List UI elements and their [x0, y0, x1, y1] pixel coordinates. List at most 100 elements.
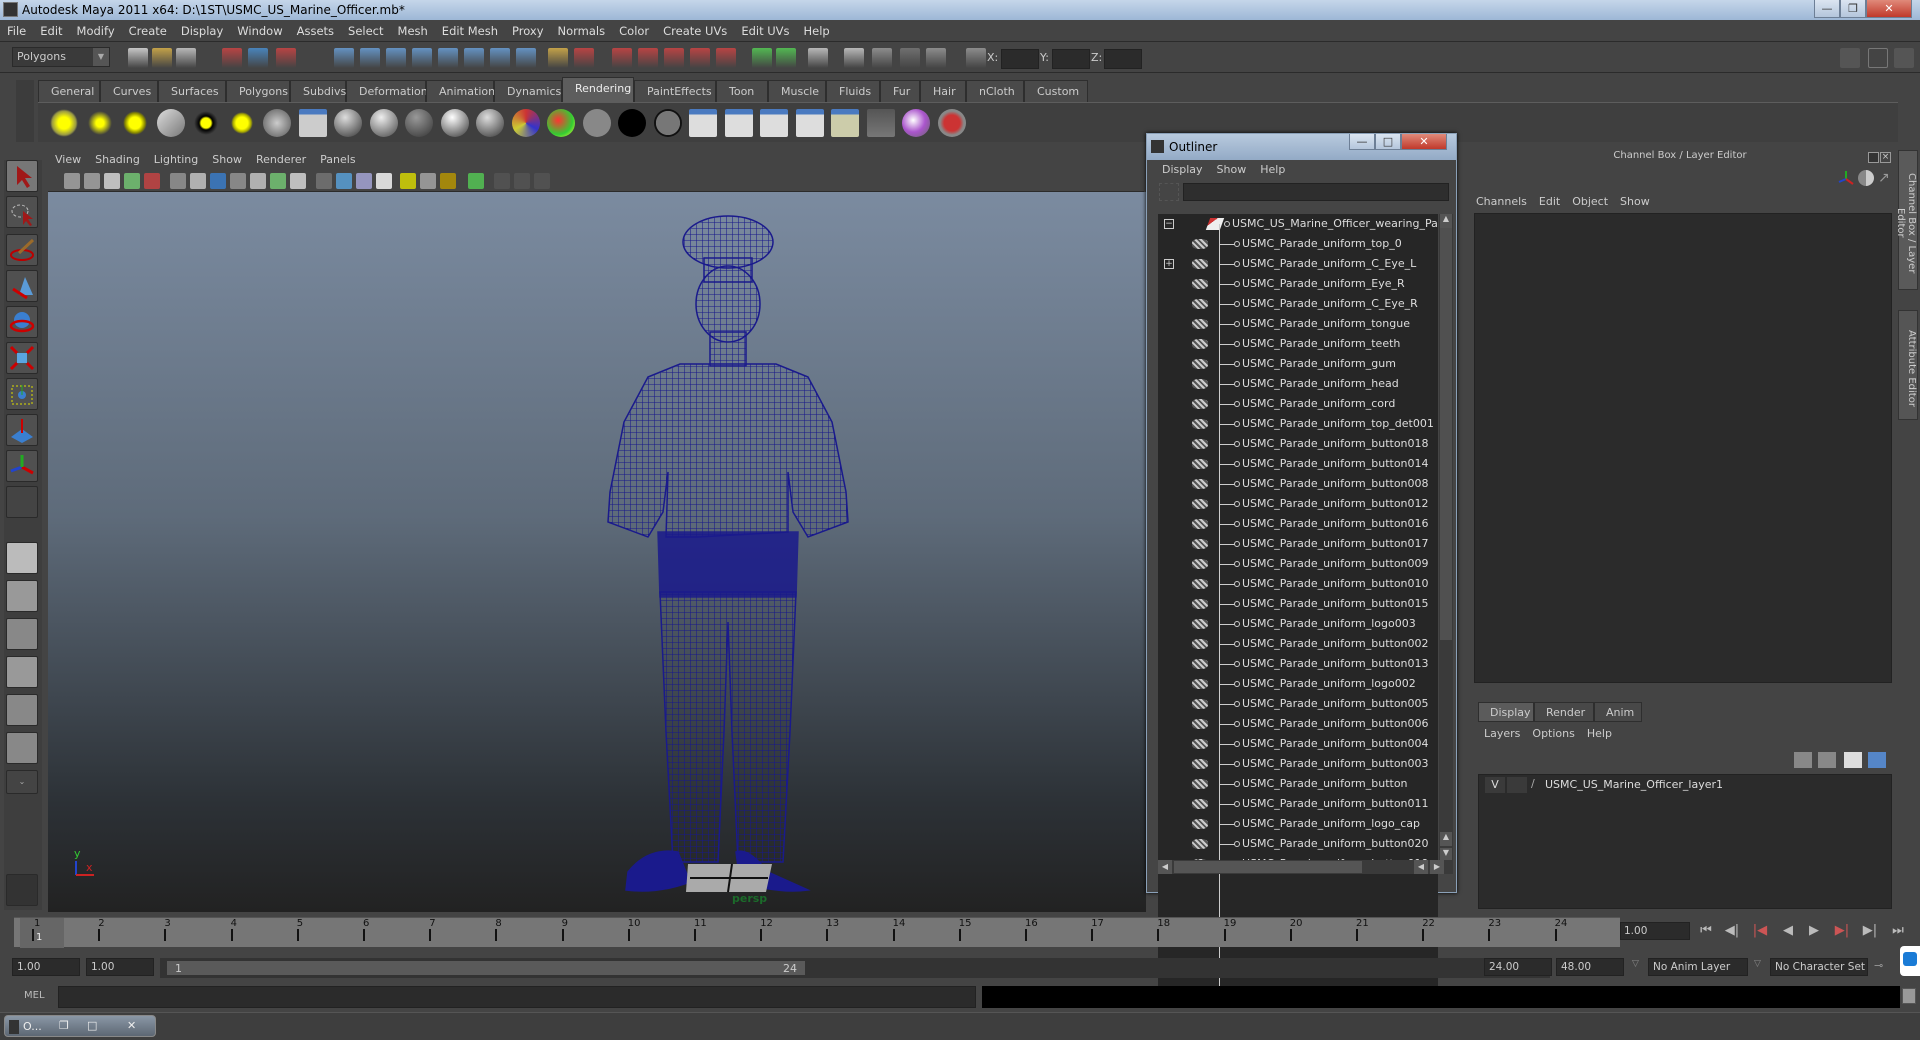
image-plane-icon[interactable]: [124, 173, 140, 189]
shelf-tab-subdivs[interactable]: Subdivs: [290, 80, 346, 102]
new-layer-selected-icon[interactable]: [1868, 752, 1886, 768]
outliner-menu-display[interactable]: Display: [1155, 160, 1210, 180]
black-surface-shader-icon[interactable]: [618, 109, 646, 137]
layer-type-toggle[interactable]: [1507, 777, 1527, 793]
outliner-item[interactable]: USMC_Parade_uniform_top_det001: [1158, 414, 1438, 434]
soft-modification-tool[interactable]: [6, 414, 38, 446]
close-button[interactable]: ✕: [1866, 0, 1912, 18]
highlight-selection-icon[interactable]: [574, 48, 594, 68]
render-view-icon[interactable]: [298, 109, 327, 137]
menu-create[interactable]: Create: [122, 20, 174, 42]
close-icon[interactable]: ✕: [127, 1019, 136, 1032]
outliner-item[interactable]: USMC_Parade_uniform_button013: [1158, 654, 1438, 674]
outliner-item[interactable]: USMC_Parade_uniform_button009: [1158, 554, 1438, 574]
channel-box-menu-show[interactable]: Show: [1614, 192, 1656, 212]
select-camera-icon[interactable]: [64, 173, 80, 189]
shelf-tab-ncloth[interactable]: nCloth: [966, 80, 1024, 102]
render-settings-icon[interactable]: [795, 109, 824, 137]
construction-history-icon[interactable]: [664, 48, 684, 68]
directional-light-icon[interactable]: [85, 109, 114, 137]
smooth-preview-icon[interactable]: [690, 48, 710, 68]
perspective-viewport[interactable]: persp y x: [48, 192, 1146, 912]
y-input[interactable]: [1052, 49, 1090, 69]
scroll-left-arrow[interactable]: ◀: [1158, 860, 1172, 874]
outliner-menu-help[interactable]: Help: [1253, 160, 1292, 180]
blinn-shader-icon[interactable]: [369, 109, 398, 137]
viewport-menu-shading[interactable]: Shading: [88, 150, 147, 170]
lasso-tool[interactable]: [6, 196, 38, 228]
ramp-shader-icon[interactable]: [511, 109, 540, 137]
collapse-icon[interactable]: −: [1164, 219, 1174, 229]
mel-label[interactable]: MEL: [24, 990, 45, 1001]
layer-tab-render[interactable]: Render: [1534, 702, 1594, 722]
bookmarks-icon[interactable]: [104, 173, 120, 189]
arrow-icon[interactable]: ↗: [1878, 170, 1894, 186]
animation-start-field[interactable]: 1.00: [12, 958, 80, 976]
animation-end-field[interactable]: 48.00: [1556, 958, 1624, 976]
shadows-icon[interactable]: [420, 173, 436, 189]
scroll-up-arrow-2[interactable]: ▲: [1440, 832, 1452, 846]
snap-surface-icon[interactable]: [438, 48, 458, 68]
layout-persp-outliner-graph-icon[interactable]: [6, 732, 38, 764]
attribute-editor-toggle-icon[interactable]: [1840, 48, 1860, 68]
viewport-menu-panels[interactable]: Panels: [313, 150, 362, 170]
scale-tool[interactable]: [6, 342, 38, 374]
snap-vertex-icon[interactable]: [464, 48, 484, 68]
coordinate-input-icon[interactable]: [966, 48, 986, 68]
minimize-button[interactable]: —: [1814, 0, 1840, 18]
play-forwards-icon[interactable]: ▶: [1804, 922, 1824, 940]
step-back-key-icon[interactable]: |◀: [1750, 922, 1770, 940]
outliner-search-input[interactable]: [1183, 183, 1449, 201]
layout-four-pane-icon[interactable]: [6, 580, 38, 612]
menu-set-dropdown[interactable]: Polygons ▼: [12, 47, 110, 67]
new-scene-icon[interactable]: [128, 48, 148, 68]
shelf-tab-muscle[interactable]: Muscle: [768, 80, 826, 102]
speed-icon[interactable]: [1858, 170, 1874, 186]
key-icon[interactable]: ⊸: [1874, 959, 1883, 972]
outliner-horizontal-scrollbar[interactable]: ◀ ◀ ▶: [1158, 860, 1453, 874]
lambert-shader-icon[interactable]: [405, 109, 433, 137]
spot-light-icon[interactable]: [156, 109, 185, 137]
outliner-menu-show[interactable]: Show: [1210, 160, 1254, 180]
snap-plane-icon[interactable]: [412, 48, 432, 68]
viewport-menu-view[interactable]: View: [48, 150, 88, 170]
outliner-item[interactable]: USMC_Parade_uniform_C_Eye_R: [1158, 294, 1438, 314]
menu-edit[interactable]: Edit: [33, 20, 69, 42]
outliner-item[interactable]: USMC_Parade_uniform_logo002: [1158, 674, 1438, 694]
menu-window[interactable]: Window: [230, 20, 289, 42]
close-icon[interactable]: ×: [1880, 152, 1891, 163]
menu-file[interactable]: File: [0, 20, 33, 42]
volume-light-icon[interactable]: [227, 109, 256, 137]
outliner-close-button[interactable]: ✕: [1401, 134, 1447, 150]
outliner-title-bar[interactable]: Outliner — □ ✕: [1147, 134, 1456, 160]
rotate-tool[interactable]: [6, 306, 38, 338]
select-by-hierarchy-icon[interactable]: [222, 48, 242, 68]
2d-pan-zoom-icon[interactable]: [144, 173, 160, 189]
render-current-frame-icon[interactable]: [689, 109, 717, 137]
menu-select[interactable]: Select: [341, 20, 390, 42]
fractal-texture-icon[interactable]: [547, 109, 575, 137]
light-linking-icon[interactable]: [866, 109, 895, 137]
channel-box-menu-edit[interactable]: Edit: [1533, 192, 1566, 212]
shelf-tab-polygons[interactable]: Polygons: [226, 80, 290, 102]
expand-icon[interactable]: +: [1164, 259, 1174, 269]
select-tool[interactable]: [6, 160, 38, 192]
shelf-tab-toon[interactable]: Toon: [716, 80, 768, 102]
step-back-frame-icon[interactable]: ◀​|: [1722, 922, 1742, 940]
outliner-vertical-scrollbar[interactable]: ▲ ▲ ▼: [1439, 214, 1453, 870]
field-chart-icon[interactable]: [250, 173, 266, 189]
outliner-minimize-button[interactable]: —: [1349, 134, 1375, 150]
channel-box-toggle-icon[interactable]: [1894, 48, 1914, 68]
shelf-handle[interactable]: [16, 80, 34, 142]
viewport-menu-show[interactable]: Show: [205, 150, 249, 170]
outliner-item[interactable]: USMC_Parade_uniform_Eye_R: [1158, 274, 1438, 294]
layer-name[interactable]: USMC_US_Marine_Officer_layer1: [1545, 778, 1723, 791]
channel-box-menu-channels[interactable]: Channels: [1470, 192, 1533, 212]
menu-modify[interactable]: Modify: [70, 20, 122, 42]
layer-menu-options[interactable]: Options: [1526, 724, 1580, 744]
scroll-thumb[interactable]: [1440, 228, 1452, 640]
select-by-object-icon[interactable]: [248, 48, 268, 68]
paint-select-tool[interactable]: [6, 234, 38, 266]
save-scene-icon[interactable]: [176, 48, 196, 68]
layout-persp-graph-icon[interactable]: [6, 656, 38, 688]
